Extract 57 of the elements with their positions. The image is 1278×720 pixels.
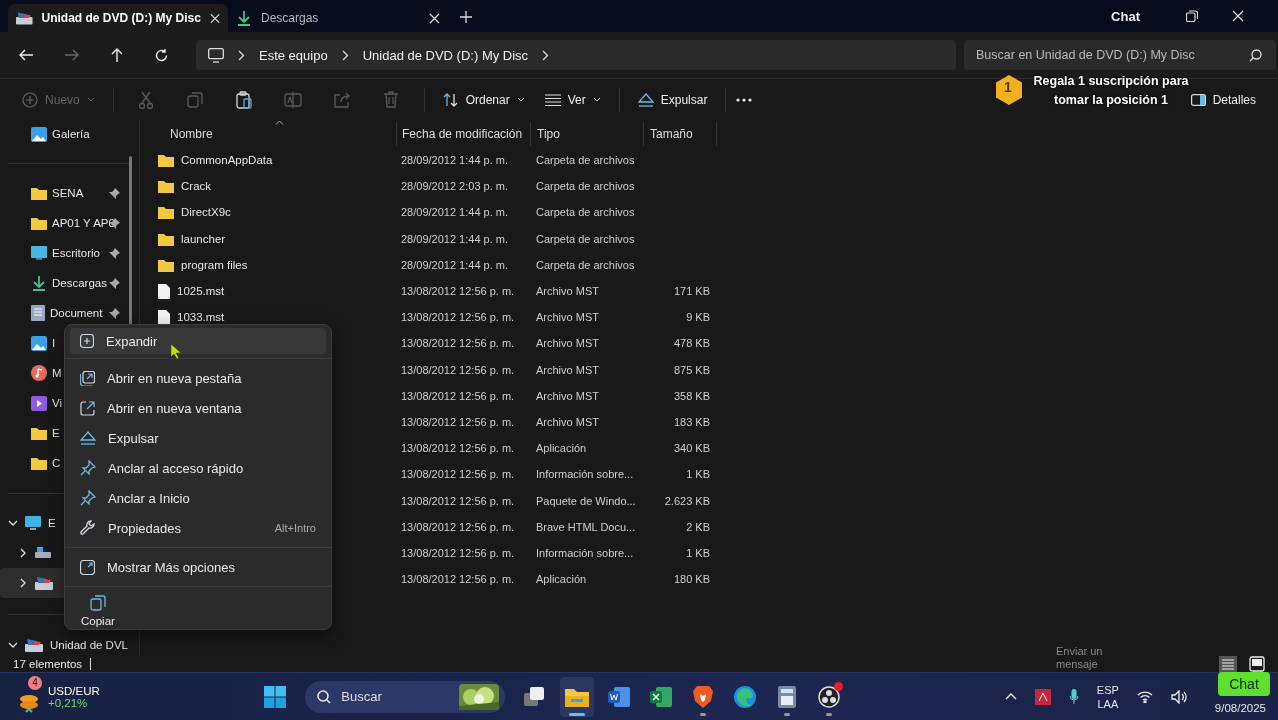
table-cell: Archivo MST <box>536 389 599 402</box>
table-cell: 13/08/2012 12:56 p. m. <box>401 363 515 376</box>
table-cell: Archivo MST <box>536 311 599 324</box>
table-cell: Archivo MST <box>536 363 599 376</box>
table-cell: Información sobre... <box>536 546 634 559</box>
table-cell: Aplicación <box>536 573 587 586</box>
table-cell: 875 KB <box>673 363 710 376</box>
chat-input-hint: Enviar un mensaje <box>1056 645 1104 671</box>
widget-change: +0,21% <box>48 696 89 709</box>
table-cell: 13/08/2012 12:56 p. m. <box>401 311 515 324</box>
table-cell: 171 KB <box>673 285 710 298</box>
item-count: 17 elementos <box>13 657 83 670</box>
table-cell: Archivo MST <box>536 337 599 350</box>
widget-title: USD/EUR <box>48 684 100 697</box>
table-cell: 28/09/2012 1:44 p. m. <box>401 232 509 245</box>
shortcut-hint: Alt+Intro <box>274 522 316 534</box>
table-cell: 28/09/2012 1:44 p. m. <box>401 206 509 219</box>
tab-title: Descargas <box>261 11 320 25</box>
chat-overlay-label: Chat <box>1111 8 1140 24</box>
table-cell: Brave HTML Docu... <box>536 520 636 533</box>
table-cell: 340 KB <box>673 442 710 455</box>
table-cell: Aplicación <box>536 442 587 455</box>
table-cell: 1 KB <box>686 468 710 481</box>
table-cell: Archivo MST <box>536 285 599 298</box>
overlay-message: Regala 1 suscripción para tomar la posición 1 <box>1032 73 1190 109</box>
table-cell: 28/09/2012 1:44 p. m. <box>401 258 509 271</box>
table-cell: 13/08/2012 12:56 p. m. <box>401 389 515 402</box>
table-cell: Información sobre... <box>536 468 634 481</box>
table-cell: 13/08/2012 12:56 p. m. <box>401 285 515 298</box>
table-cell: Archivo MST <box>536 415 599 428</box>
rank-number: 1 <box>1004 79 1012 95</box>
table-cell: 13/08/2012 12:56 p. m. <box>401 468 515 481</box>
table-cell: 9 KB <box>686 311 710 324</box>
table-cell: 358 KB <box>673 389 710 402</box>
table-cell: 13/08/2012 12:56 p. m. <box>401 337 515 350</box>
table-cell: 478 KB <box>673 337 710 350</box>
table-cell: 183 KB <box>673 415 710 428</box>
table-cell: Carpeta de archivos <box>536 206 635 219</box>
table-cell: 2.623 KB <box>664 494 710 507</box>
table-cell: 13/08/2012 12:56 p. m. <box>401 442 515 455</box>
table-cell: 13/08/2012 12:56 p. m. <box>401 415 515 428</box>
table-cell: Carpeta de archivos <box>536 180 635 193</box>
table-cell: Carpeta de archivos <box>536 232 635 245</box>
notification-badge: 4 <box>28 675 42 690</box>
table-cell: 13/08/2012 12:56 p. m. <box>401 494 515 507</box>
table-cell: Carpeta de archivos <box>536 154 635 167</box>
table-cell: 1 KB <box>686 546 710 559</box>
tab-title: Unidad de DVD (D:) My Disc <box>41 11 201 25</box>
table-cell: 2 KB <box>686 520 710 533</box>
table-cell: Carpeta de archivos <box>536 258 635 271</box>
table-cell: 28/09/2012 1:44 p. m. <box>401 154 509 167</box>
table-cell: 13/08/2012 12:56 p. m. <box>401 546 515 559</box>
table-cell: 13/08/2012 12:56 p. m. <box>401 573 515 586</box>
table-cell: 13/08/2012 12:56 p. m. <box>401 520 515 533</box>
table-cell: 180 KB <box>673 573 710 586</box>
table-cell: Paquete de Windo... <box>536 494 636 507</box>
table-cell: 28/09/2012 2:03 p. m. <box>401 180 509 193</box>
